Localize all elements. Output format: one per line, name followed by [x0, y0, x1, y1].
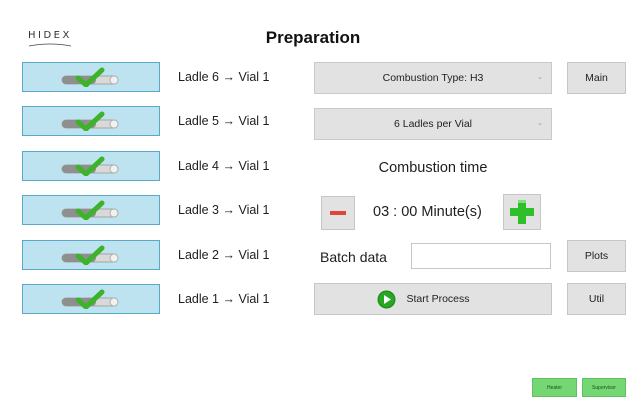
page-title: Preparation — [265, 28, 361, 47]
increase-time-button[interactable] — [503, 194, 541, 230]
combustion-time-value: 03 : 00 Minute(s) — [373, 204, 482, 220]
util-button[interactable]: Util — [567, 283, 626, 315]
check-toggle-icon — [61, 156, 119, 176]
start-process-button[interactable]: Start Process — [314, 283, 552, 315]
batch-data-input[interactable] — [411, 243, 551, 269]
check-toggle-icon — [61, 67, 119, 87]
batch-data-label: Batch data — [320, 249, 387, 265]
ladle-vial-label: Ladle 4 → Vial 1 — [178, 159, 270, 173]
ladle-toggle-button[interactable] — [22, 195, 160, 225]
plots-button[interactable]: Plots — [567, 240, 626, 272]
start-process-label: Start Process — [406, 293, 470, 305]
heater-button[interactable]: Heater — [532, 378, 577, 397]
check-toggle-icon — [61, 245, 119, 265]
ladles-per-vial-select[interactable]: 6 Ladles per Vial ⌄ — [314, 108, 552, 140]
supervisor-button[interactable]: Supervisor — [582, 378, 626, 397]
ladle-vial-label: Ladle 6 → Vial 1 — [178, 70, 270, 84]
chevron-down-icon: ⌄ — [537, 74, 543, 81]
decrease-time-button[interactable] — [321, 196, 355, 230]
check-toggle-icon — [61, 111, 119, 131]
combustion-time-label: Combustion time — [378, 160, 488, 176]
check-toggle-icon — [61, 200, 119, 220]
ladle-toggle-button[interactable] — [22, 240, 160, 270]
ladle-toggle-button[interactable] — [22, 151, 160, 181]
ladle-toggle-button[interactable] — [22, 62, 160, 92]
ladle-toggle-button[interactable] — [22, 284, 160, 314]
ladle-vial-label: Ladle 2 → Vial 1 — [178, 248, 270, 262]
combustion-type-value: Combustion Type: H3 — [382, 72, 484, 84]
chevron-down-icon: ⌄ — [537, 120, 543, 127]
plus-icon — [510, 200, 534, 224]
ladle-vial-label: Ladle 3 → Vial 1 — [178, 203, 270, 217]
main-button[interactable]: Main — [567, 62, 626, 94]
minus-icon — [330, 211, 346, 215]
ladle-vial-label: Ladle 1 → Vial 1 — [178, 292, 270, 306]
ladle-toggle-button[interactable] — [22, 106, 160, 136]
ladles-per-vial-value: 6 Ladles per Vial — [393, 118, 473, 130]
combustion-type-select[interactable]: Combustion Type: H3 ⌄ — [314, 62, 552, 94]
check-toggle-icon — [61, 289, 119, 309]
ladle-vial-label: Ladle 5 → Vial 1 — [178, 114, 270, 128]
